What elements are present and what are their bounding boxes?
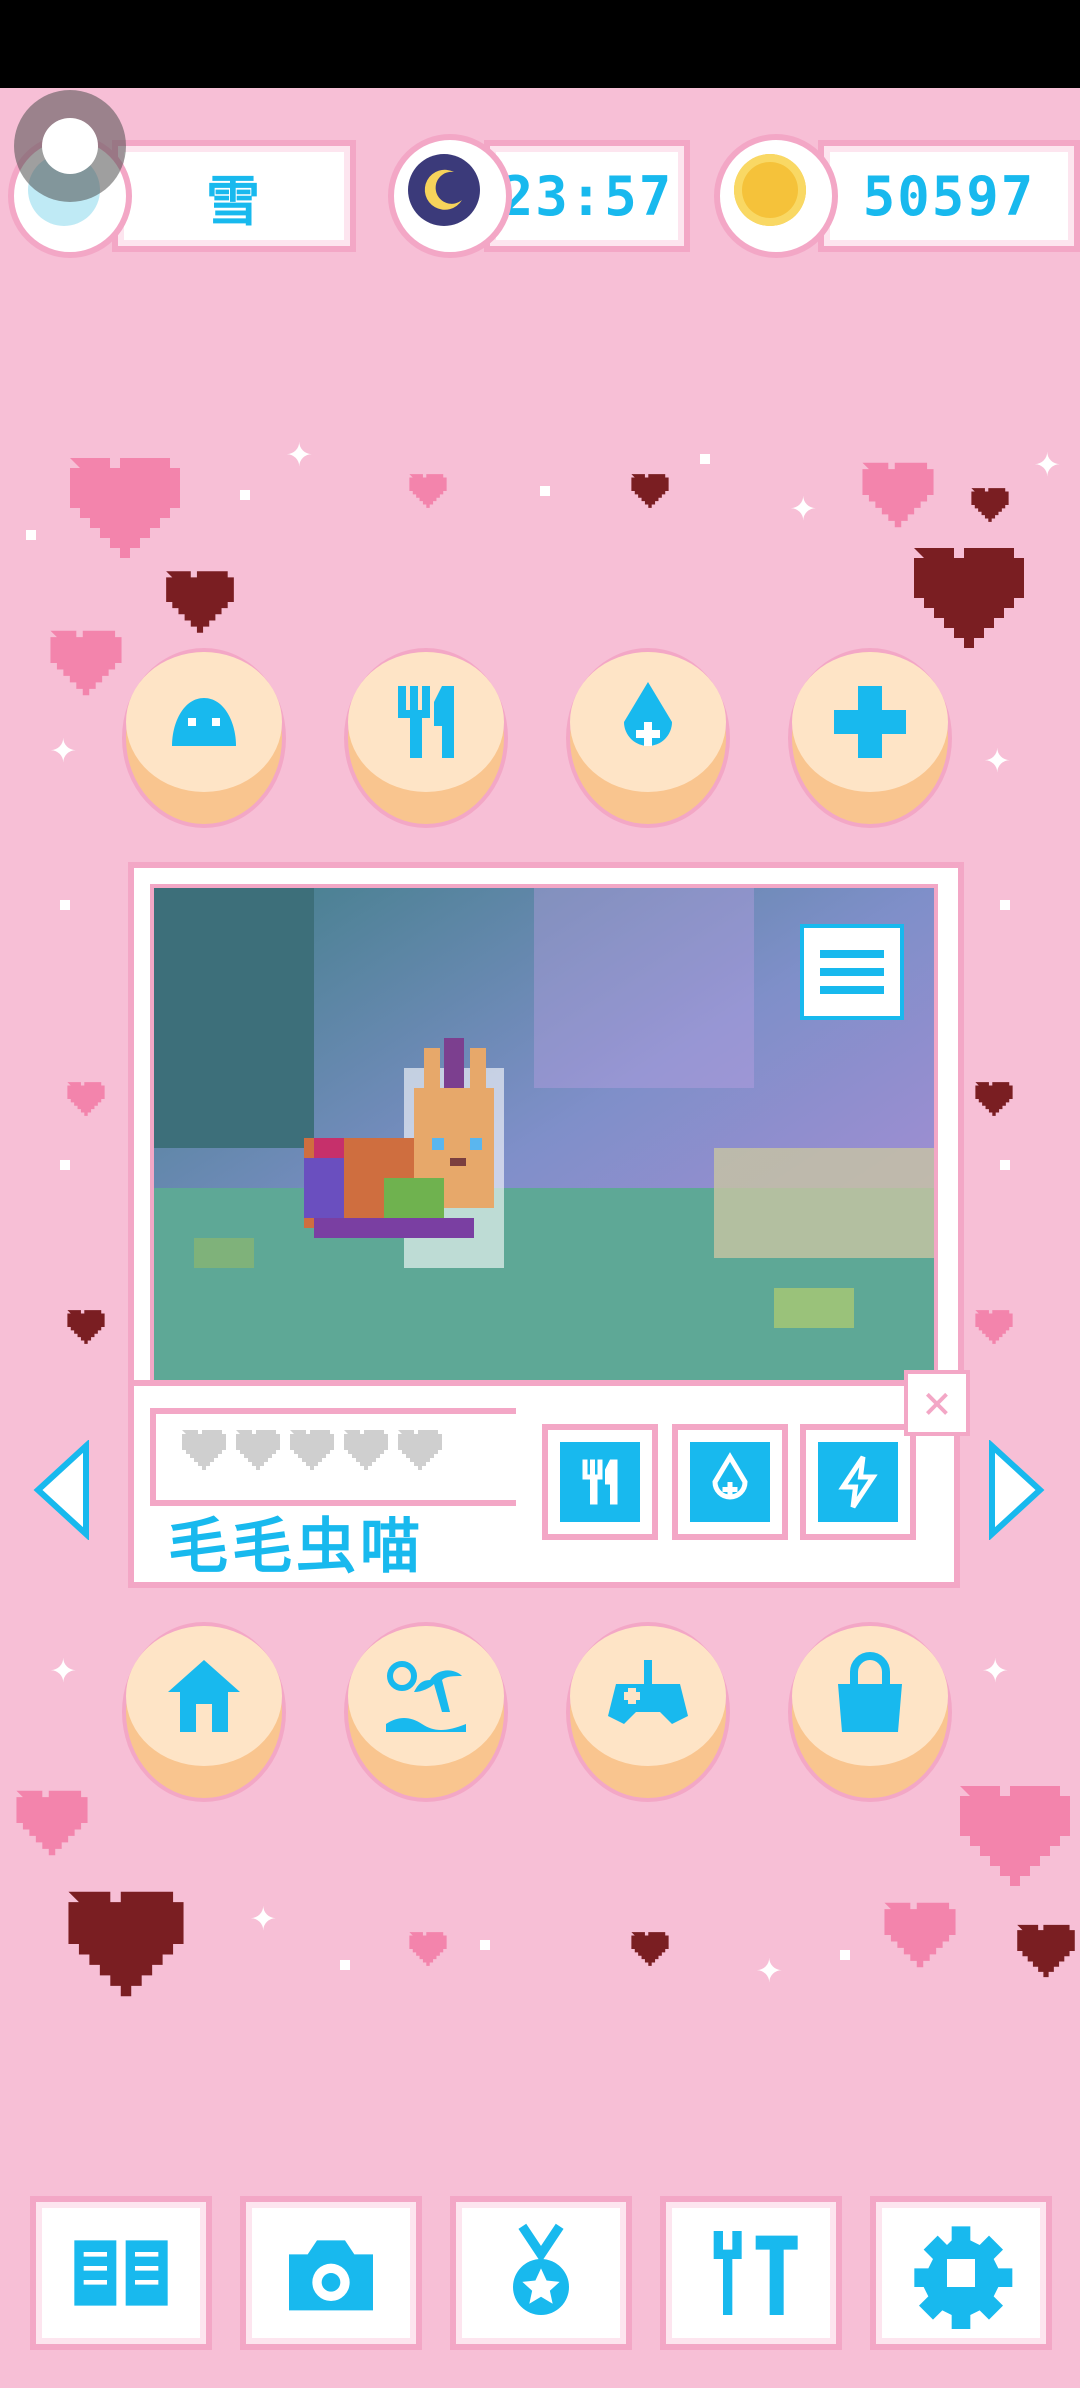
pink-heart-icon (409, 474, 447, 508)
book-icon (74, 2240, 168, 2306)
moon-night-icon (388, 134, 512, 258)
beach-button[interactable] (344, 1622, 508, 1802)
pink-heart-icon (862, 462, 934, 528)
sparkle-dot (1000, 1160, 1010, 1170)
sparkle-dot (480, 1940, 490, 1950)
empty-heart-icon (344, 1430, 388, 1470)
sparkle-dot (1000, 900, 1010, 910)
sparkle-icon: ✦ (50, 722, 77, 773)
sparkle-dot (340, 1960, 350, 1970)
sparkle-icon: ✦ (50, 1642, 77, 1693)
food-stat-button[interactable] (542, 1424, 658, 1540)
dark-heart-icon (975, 1082, 1013, 1116)
settings-gear-icon (914, 2226, 1013, 2329)
medal-icon (513, 2223, 569, 2315)
sparkle-icon: ✦ (756, 1942, 783, 1993)
dark-heart-icon (971, 488, 1009, 522)
pet-status-button[interactable] (122, 648, 286, 828)
dark-heart-icon (67, 1310, 105, 1344)
floating-assistive-ball[interactable] (14, 90, 126, 202)
weather-display: 雪 (112, 140, 356, 252)
medical-cross-icon (834, 686, 906, 758)
shop-button[interactable] (788, 1622, 952, 1802)
camera-icon (289, 2240, 373, 2311)
pink-heart-icon (50, 630, 122, 696)
pet-name: 毛毛虫喵 (168, 1512, 424, 1582)
sparkle-dot (540, 486, 550, 496)
close-icon[interactable]: × (904, 1370, 970, 1436)
empty-heart-icon (236, 1430, 280, 1470)
sparkle-icon: ✦ (286, 426, 313, 477)
dark-heart-icon (631, 474, 669, 508)
water-button[interactable] (566, 648, 730, 828)
coins-display: 50597 (818, 140, 1080, 252)
encyclopedia-button[interactable] (30, 2196, 212, 2350)
sparkle-icon: ✦ (982, 1642, 1009, 1693)
food-stat-icon (582, 1459, 618, 1505)
empty-heart-icon (290, 1430, 334, 1470)
settings-button[interactable] (870, 2196, 1052, 2350)
water-stat-button[interactable] (672, 1424, 788, 1540)
energy-stat-icon (838, 1455, 878, 1509)
feed-button[interactable] (344, 648, 508, 828)
dark-heart-icon (631, 1932, 669, 1966)
sparkle-icon: ✦ (984, 732, 1011, 783)
pink-heart-icon (960, 1786, 1070, 1886)
sparkle-dot (840, 1950, 850, 1960)
camera-button[interactable] (240, 2196, 422, 2350)
weather-label: 雪 (206, 169, 262, 233)
dark-heart-icon (166, 571, 234, 633)
play-button[interactable] (566, 1622, 730, 1802)
dark-heart-icon (914, 548, 1024, 648)
tools-icon (713, 2231, 798, 2315)
dark-heart-icon (1017, 1924, 1075, 1978)
sparkle-dot (700, 454, 710, 464)
sparkle-dot (60, 1160, 70, 1170)
sparkle-icon: ✦ (790, 480, 817, 531)
coin-count: 50597 (862, 164, 1036, 228)
beach-icon (386, 1661, 466, 1732)
system-status-bar (0, 0, 1080, 88)
left-arrow-icon[interactable] (30, 1440, 94, 1540)
gold-coin-icon (714, 134, 838, 258)
slime-icon (172, 698, 236, 746)
achievements-button[interactable] (450, 2196, 632, 2350)
clock-time: 23:57 (500, 164, 674, 228)
pet-hearts-row (178, 1428, 446, 1472)
sparkle-dot (60, 900, 70, 910)
pink-heart-icon (884, 1902, 956, 1968)
sparkle-icon: ✦ (250, 1890, 277, 1941)
pink-heart-icon (70, 458, 180, 558)
tools-button[interactable] (660, 2196, 842, 2350)
sparkle-dot (26, 530, 36, 540)
water-stat-icon (712, 1452, 748, 1500)
fork-knife-icon (398, 686, 454, 758)
heal-button[interactable] (788, 648, 952, 828)
home-icon (168, 1660, 240, 1732)
energy-stat-button[interactable] (800, 1424, 916, 1540)
sparkle-dot (240, 490, 250, 500)
pink-heart-icon (67, 1082, 105, 1116)
empty-heart-icon (398, 1430, 442, 1470)
right-arrow-icon[interactable] (984, 1440, 1048, 1540)
shopping-bag-icon (838, 1652, 902, 1732)
empty-heart-icon (182, 1430, 226, 1470)
dark-heart-icon (68, 1891, 184, 1997)
scene-menu-button[interactable] (800, 924, 904, 1020)
pink-heart-icon (16, 1790, 88, 1856)
gamepad-icon (608, 1660, 688, 1724)
clock-display: 23:57 (484, 140, 690, 252)
home-button[interactable] (122, 1622, 286, 1802)
water-drop-icon (624, 682, 672, 746)
sparkle-icon: ✦ (1034, 436, 1061, 487)
pink-heart-icon (409, 1932, 447, 1966)
pink-heart-icon (975, 1310, 1013, 1344)
